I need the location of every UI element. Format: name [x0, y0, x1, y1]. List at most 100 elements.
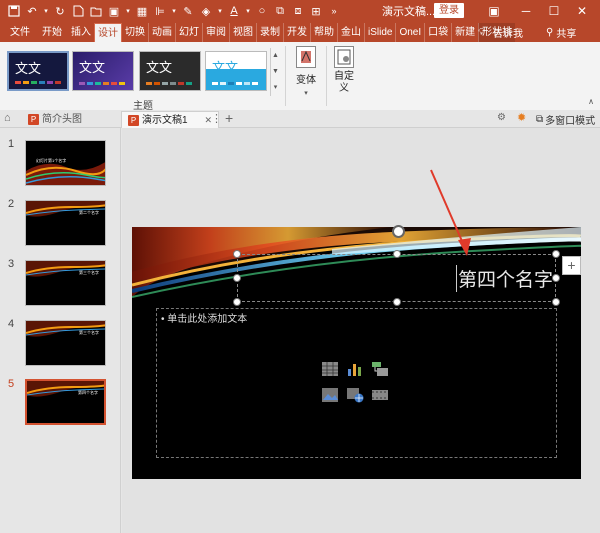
- slide-number: 1: [8, 138, 15, 150]
- font-color-icon[interactable]: A: [226, 2, 242, 20]
- doc-tab-presentation[interactable]: P 演示文稿1 ✕: [121, 111, 219, 128]
- theme-color-swatches: [212, 82, 258, 85]
- slide-thumbnail-4[interactable]: 第三个名字: [25, 320, 106, 366]
- resize-handle[interactable]: [233, 298, 241, 306]
- new-tab-icon[interactable]: +: [225, 110, 233, 126]
- open-icon[interactable]: [88, 2, 104, 20]
- tab-pocket[interactable]: 口袋: [424, 23, 451, 42]
- insert-video-icon[interactable]: [371, 387, 389, 403]
- tab-design[interactable]: 设计: [94, 23, 122, 42]
- variants-button[interactable]: 变体 ▾: [291, 46, 321, 97]
- slide-thumbnail-3[interactable]: 第三个名字: [25, 260, 106, 306]
- share-button[interactable]: ⚲ 共享: [546, 22, 576, 42]
- theme-option-1[interactable]: 文文: [7, 51, 69, 91]
- close-icon[interactable]: ✕: [568, 0, 596, 22]
- theme-option-2[interactable]: 文文: [72, 51, 134, 91]
- slide-number: 5: [8, 378, 15, 390]
- align-icon[interactable]: ⊫: [152, 2, 168, 20]
- chevron-down-icon[interactable]: ▾: [42, 2, 50, 20]
- send-backward-icon[interactable]: ⧈: [290, 2, 306, 20]
- tab-help[interactable]: 帮助: [310, 23, 337, 42]
- insert-smartart-icon[interactable]: [371, 361, 389, 377]
- tab-onenote[interactable]: OneI: [395, 23, 424, 42]
- chevron-down-icon[interactable]: ▾: [216, 2, 224, 20]
- more-themes-icon[interactable]: ▾: [271, 80, 280, 96]
- eyedropper-icon[interactable]: ✎: [180, 2, 196, 20]
- resize-handle[interactable]: [552, 250, 560, 258]
- tab-developer[interactable]: 开发: [283, 23, 310, 42]
- chevron-down-icon[interactable]: ▾: [244, 2, 252, 20]
- chevron-down-icon[interactable]: ▾: [170, 2, 178, 20]
- ribbon-display-icon[interactable]: ▣: [480, 0, 508, 22]
- slide-thumbnail-2[interactable]: 第二个名字: [25, 200, 106, 246]
- tell-me[interactable]: 💡︎ 告诉我: [478, 22, 523, 42]
- maximize-icon[interactable]: ☐: [540, 0, 568, 22]
- chevron-down-icon[interactable]: ▾: [124, 2, 132, 20]
- undo-icon[interactable]: ↶: [24, 2, 40, 20]
- customize-button[interactable]: 自定 义: [329, 46, 359, 95]
- pin-icon[interactable]: ⚙: [497, 112, 506, 123]
- scroll-down-icon[interactable]: ▼: [271, 64, 280, 80]
- tab-file[interactable]: 文件: [4, 23, 36, 42]
- tab-new[interactable]: 新建: [451, 23, 478, 42]
- content-placeholder[interactable]: • 单击此处添加文本: [156, 308, 557, 458]
- theme-option-4[interactable]: 文文: [205, 51, 267, 91]
- table-icon[interactable]: ▦: [134, 2, 150, 20]
- multi-window-button[interactable]: ⧉ 多窗口模式: [536, 112, 595, 127]
- insert-picture-icon[interactable]: [321, 387, 339, 403]
- content-placeholder-text[interactable]: • 单击此处添加文本: [161, 310, 247, 325]
- tab-menu-icon[interactable]: ⋮: [211, 112, 222, 125]
- new-file-icon[interactable]: [70, 2, 86, 20]
- slide-thumbnail-1[interactable]: 幻灯片第1个名字: [25, 140, 106, 186]
- resize-handle[interactable]: [393, 250, 401, 258]
- resize-handle[interactable]: [552, 298, 560, 306]
- home-icon[interactable]: ⌂: [4, 112, 11, 124]
- minimize-icon[interactable]: ─: [512, 0, 540, 22]
- document-title: 演示文稿...: [382, 6, 436, 18]
- customize-icon: [334, 46, 354, 68]
- picture-icon[interactable]: ▣: [106, 2, 122, 20]
- slide-canvas[interactable]: 第四个名字 • 单击此处添加文本: [132, 227, 581, 479]
- chevron-down-icon: ▾: [304, 90, 308, 97]
- tab-slideshow[interactable]: 幻灯: [175, 23, 202, 42]
- theme-option-3[interactable]: 文文: [139, 51, 201, 91]
- tab-animations[interactable]: 动画: [148, 23, 175, 42]
- resize-handle[interactable]: [233, 274, 241, 282]
- tab-islide[interactable]: iSlide: [364, 23, 395, 42]
- slide-title[interactable]: 第四个名字: [455, 265, 553, 292]
- bring-forward-icon[interactable]: ⧉: [272, 2, 288, 20]
- resize-handle[interactable]: [552, 274, 560, 282]
- thumbnail-art: [26, 261, 105, 277]
- resize-handle[interactable]: [233, 250, 241, 258]
- shape-icon[interactable]: ○: [254, 2, 270, 20]
- insert-table-icon[interactable]: [321, 361, 339, 377]
- ribbon-design: 文文 文文 文文 文文 ▲ ▼ ▾ 主题 变体 ▾ 自定 义 ∧: [0, 42, 600, 112]
- title-placeholder[interactable]: 第四个名字: [237, 254, 556, 302]
- collapse-ribbon-icon[interactable]: ∧: [588, 97, 594, 106]
- layout-options-icon[interactable]: +: [562, 256, 581, 275]
- tab-view[interactable]: 视图: [229, 23, 256, 42]
- customize-label: 自定 义: [334, 71, 354, 94]
- doc-tab-intro[interactable]: P 简介头图: [22, 111, 88, 128]
- insert-online-picture-icon[interactable]: [346, 387, 364, 403]
- tab-transitions[interactable]: 切换: [122, 23, 148, 42]
- rotate-handle-icon[interactable]: [392, 225, 405, 238]
- more-icon[interactable]: »: [326, 2, 342, 20]
- resize-handle[interactable]: [393, 298, 401, 306]
- settings-icon[interactable]: ✹: [517, 111, 526, 124]
- fill-icon[interactable]: ◈: [198, 2, 214, 20]
- scroll-up-icon[interactable]: ▲: [271, 48, 280, 64]
- save-icon[interactable]: [6, 2, 22, 20]
- tab-record[interactable]: 录制: [256, 23, 283, 42]
- tab-home[interactable]: 开始: [36, 23, 68, 42]
- tab-review[interactable]: 审阅: [202, 23, 229, 42]
- slide-thumbnail-5[interactable]: 第四个名字: [25, 379, 106, 425]
- redo-icon[interactable]: ↻: [52, 2, 68, 20]
- tab-insert[interactable]: 插入: [68, 23, 94, 42]
- insert-chart-icon[interactable]: [346, 361, 364, 377]
- tab-kingsoft[interactable]: 金山: [337, 23, 364, 42]
- theme-color-swatches: [79, 82, 125, 85]
- group-icon[interactable]: ⊞: [308, 2, 324, 20]
- login-button[interactable]: 登录: [434, 3, 464, 18]
- quick-access-toolbar: ↶ ▾ ↻ ▣ ▾ ▦ ⊫ ▾ ✎ ◈ ▾ A ▾ ○ ⧉ ⧈ ⊞ »: [0, 0, 342, 22]
